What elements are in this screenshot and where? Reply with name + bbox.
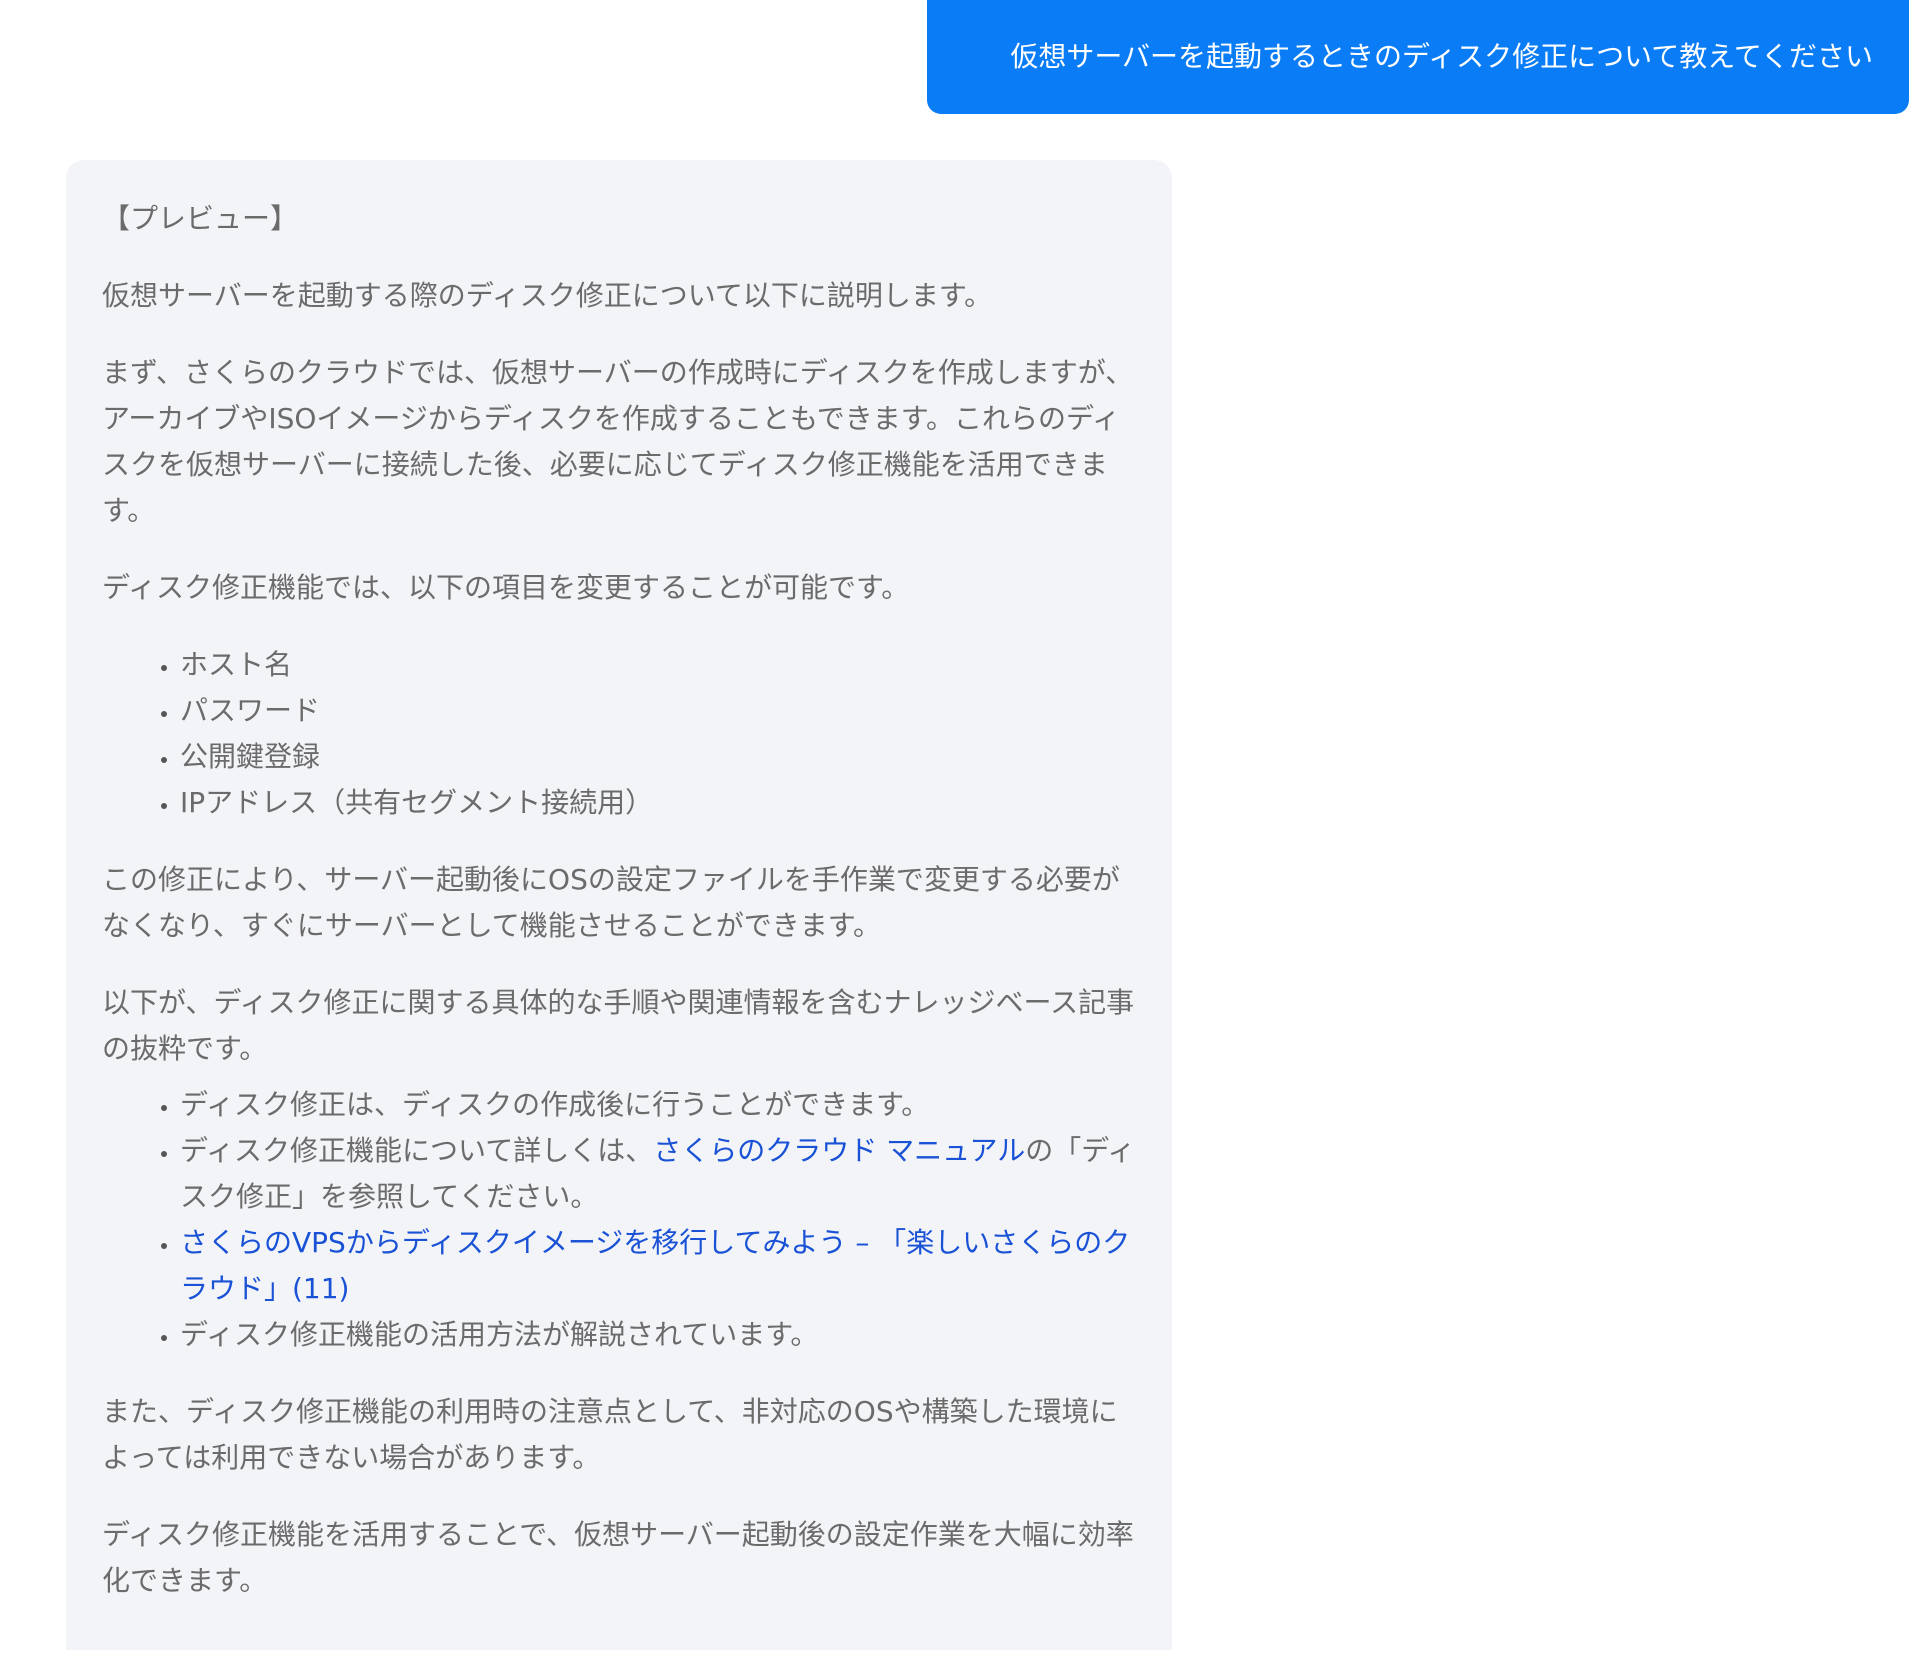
manual-link[interactable]: さくらのクラウド マニュアル xyxy=(653,1134,1025,1167)
kb-excerpt-list: ディスク修正は、ディスクの作成後に行うことができます。 ディスク修正機能について… xyxy=(102,1082,1136,1358)
kb-intro-paragraph: 以下が、ディスク修正に関する具体的な手順や関連情報を含むナレッジベース記事の抜粋… xyxy=(102,986,1135,1065)
user-message-text: 仮想サーバーを起動するときのディスク修正について教えてください xyxy=(1010,40,1873,73)
vps-migration-article-link[interactable]: さくらのVPSからディスクイメージを移行してみよう – 「楽しいさくらのクラウド… xyxy=(180,1226,1130,1305)
editable-items-list: ホスト名 パスワード 公開鍵登録 IPアドレス（共有セグメント接続用） xyxy=(102,642,1136,826)
list-item: ディスク修正機能の活用方法が解説されています。 xyxy=(180,1312,1136,1358)
list-item: 公開鍵登録 xyxy=(180,734,1136,780)
list-item: ディスク修正は、ディスクの作成後に行うことができます。 xyxy=(180,1082,1136,1128)
list-item: ディスク修正機能について詳しくは、さくらのクラウド マニュアルの「ディスク修正」… xyxy=(180,1128,1136,1220)
cloud-disk-paragraph: まず、さくらのクラウドでは、仮想サーバーの作成時にディスクを作成しますが、アーカ… xyxy=(102,356,1134,527)
preview-tag: 【プレビュー】 xyxy=(102,202,299,235)
user-message-bubble: 仮想サーバーを起動するときのディスク修正について教えてください xyxy=(927,0,1909,114)
list-item: パスワード xyxy=(180,688,1136,734)
intro-paragraph: 仮想サーバーを起動する際のディスク修正について以下に説明します。 xyxy=(102,279,993,312)
summary-paragraph: ディスク修正機能を活用することで、仮想サーバー起動後の設定作業を大幅に効率化でき… xyxy=(102,1518,1134,1597)
list-item: ホスト名 xyxy=(180,642,1136,688)
list-item: IPアドレス（共有セグメント接続用） xyxy=(180,780,1136,826)
assistant-message-bubble: 【プレビュー】 仮想サーバーを起動する際のディスク修正について以下に説明します。… xyxy=(66,160,1172,1650)
editable-items-intro: ディスク修正機能では、以下の項目を変更することが可能です。 xyxy=(102,571,910,604)
benefit-paragraph: この修正により、サーバー起動後にOSの設定ファイルを手作業で変更する必要がなくな… xyxy=(102,863,1120,942)
caution-paragraph: また、ディスク修正機能の利用時の注意点として、非対応のOSや構築した環境によって… xyxy=(102,1395,1118,1474)
kb-item-prefix: ディスク修正機能について詳しくは、 xyxy=(180,1134,654,1167)
list-item: さくらのVPSからディスクイメージを移行してみよう – 「楽しいさくらのクラウド… xyxy=(180,1220,1136,1312)
